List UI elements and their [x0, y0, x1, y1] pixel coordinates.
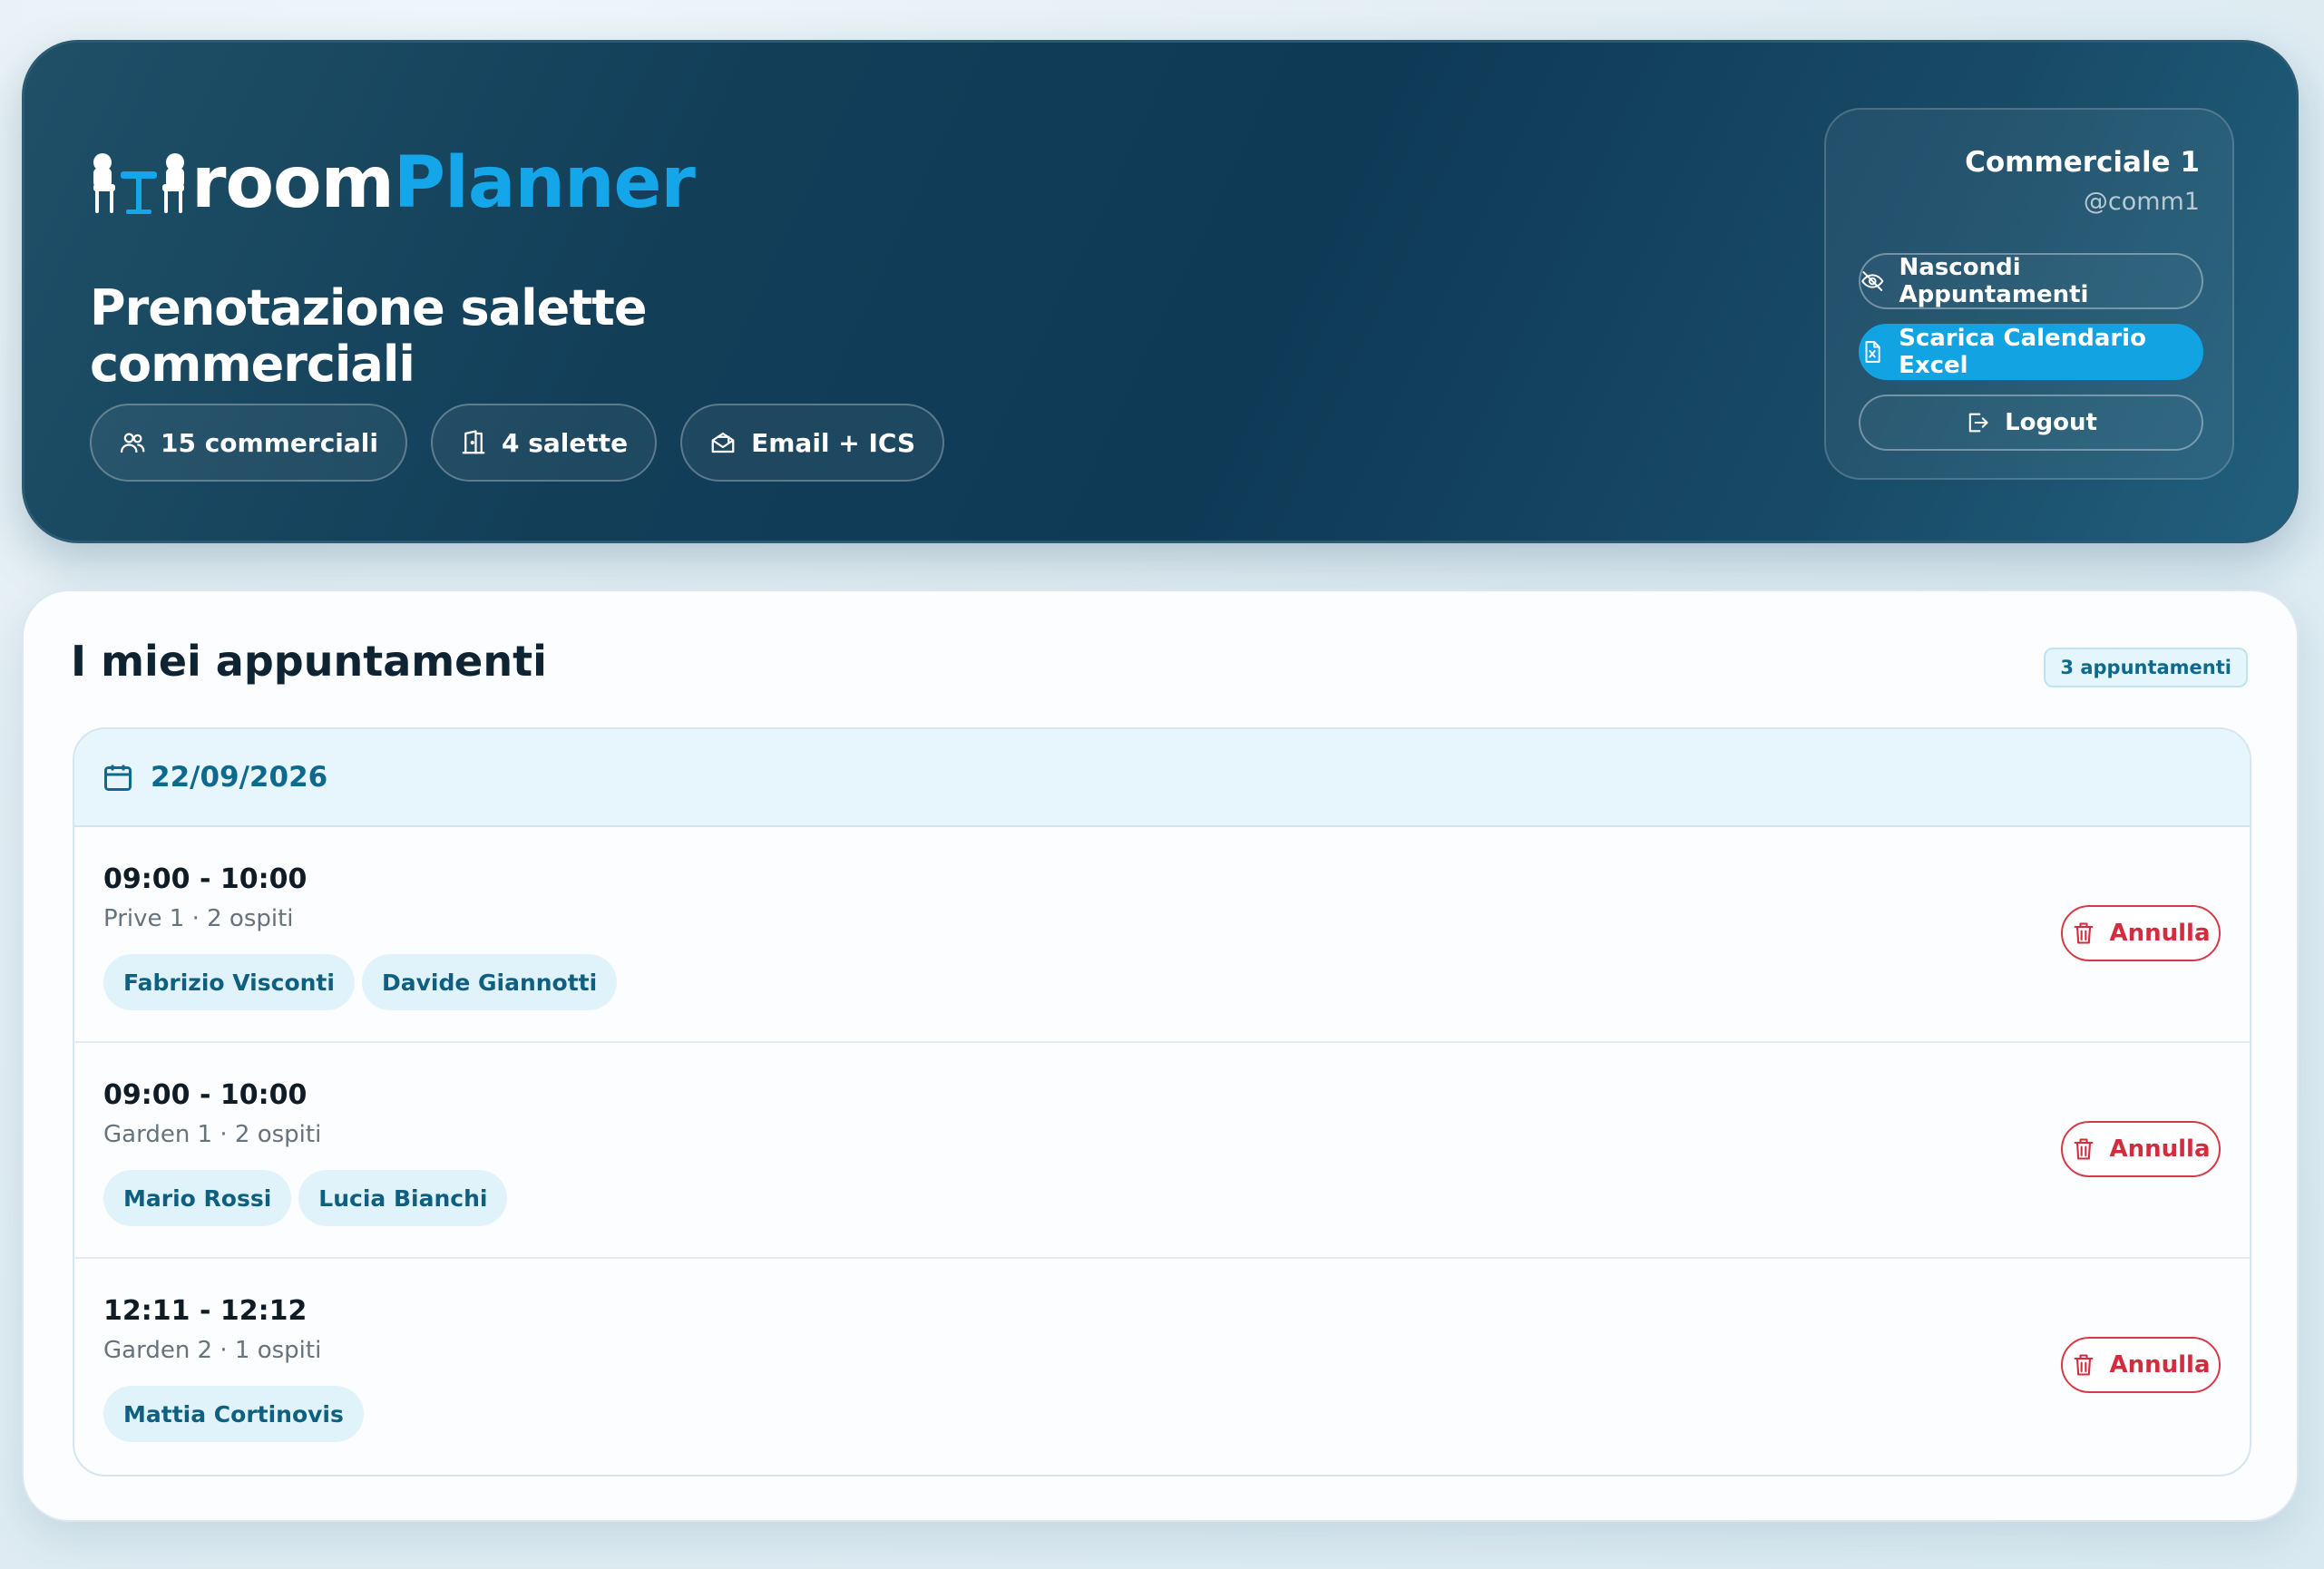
brand-planner: Planner [393, 142, 696, 224]
appointment-room: Garden 2 · 1 ospiti [103, 1337, 322, 1364]
mail-icon [711, 432, 735, 453]
appointments-panel: I miei appuntamenti 3 appuntamenti 22/09… [22, 590, 2299, 1522]
download-excel-label: Scarica Calendario Excel [1899, 325, 2146, 379]
chip-label: 4 salette [501, 427, 629, 458]
user-name: Commerciale 1 [1965, 146, 2200, 179]
chairs-table-icon [93, 153, 184, 214]
chip-label: 15 commerciali [161, 427, 378, 458]
download-excel-button[interactable]: Scarica Calendario Excel [1859, 324, 2203, 380]
cancel-label: Annulla [2109, 920, 2211, 947]
section-title: I miei appuntamenti [71, 637, 547, 686]
page-title: Prenotazione salette commerciali [90, 279, 648, 393]
guest-tags: Fabrizio Visconti Davide Giannotti [103, 954, 618, 1010]
appointment-row: 09:00 - 10:00 Prive 1 · 2 ospiti Fabrizi… [74, 827, 2250, 1043]
feature-chips: 15 commerciali 4 salette Email + ICS [90, 404, 945, 482]
appointment-time: 09:00 - 10:00 [103, 863, 308, 895]
guest-tags: Mattia Cortinovis [103, 1386, 364, 1442]
cancel-label: Annulla [2109, 1135, 2211, 1163]
chip-salette: 4 salette [430, 404, 658, 482]
logout-button[interactable]: Logout [1859, 395, 2203, 451]
user-card: Commerciale 1 @comm1 Nascondi Appuntamen… [1824, 108, 2234, 480]
excel-file-icon [1865, 341, 1880, 363]
day-group: 22/09/2026 09:00 - 10:00 Prive 1 · 2 osp… [73, 727, 2251, 1476]
cancel-button[interactable]: Annulla [2061, 1121, 2221, 1177]
hide-appointments-button[interactable]: Nascondi Appuntamenti [1859, 253, 2203, 309]
user-handle: @comm1 [2083, 188, 2200, 216]
appointment-row: 09:00 - 10:00 Garden 1 · 2 ospiti Mario … [74, 1043, 2250, 1259]
cancel-label: Annulla [2109, 1351, 2211, 1379]
guest-tag: Lucia Bianchi [298, 1170, 508, 1226]
appointment-room: Prive 1 · 2 ospiti [103, 905, 294, 932]
brand-room: room [191, 142, 395, 224]
appointment-row: 12:11 - 12:12 Garden 2 · 1 ospiti Mattia… [74, 1259, 2250, 1475]
hero-header: room Planner Prenotazione salette commerc… [22, 40, 2299, 543]
appointment-room: Garden 1 · 2 ospiti [103, 1121, 322, 1148]
door-icon [462, 430, 485, 454]
trash-icon [2075, 1138, 2094, 1160]
chip-label: Email + ICS [751, 427, 916, 458]
cancel-button[interactable]: Annulla [2061, 905, 2221, 961]
cancel-button[interactable]: Annulla [2061, 1337, 2221, 1393]
trash-icon [2075, 1354, 2094, 1376]
guest-tag: Mario Rossi [103, 1170, 292, 1226]
appointments-count-badge: 3 appuntamenti [2044, 648, 2248, 687]
chip-email: Email + ICS [680, 404, 945, 482]
appointment-time: 12:11 - 12:12 [103, 1295, 308, 1327]
day-date: 22/09/2026 [151, 761, 328, 794]
hide-appointments-label: Nascondi Appuntamenti [1899, 254, 2089, 308]
eye-off-icon [1861, 271, 1884, 291]
trash-icon [2075, 922, 2094, 944]
logout-icon [1968, 413, 1988, 433]
appointment-time: 09:00 - 10:00 [103, 1079, 308, 1111]
day-header: 22/09/2026 [74, 729, 2250, 827]
guest-tag: Mattia Cortinovis [103, 1386, 364, 1442]
calendar-icon [104, 765, 132, 791]
logo: room Planner [90, 142, 696, 224]
guest-tag: Davide Giannotti [361, 954, 618, 1010]
guest-tag: Fabrizio Visconti [103, 954, 355, 1010]
chip-commerciali: 15 commerciali [90, 404, 407, 482]
guest-tags: Mario Rossi Lucia Bianchi [103, 1170, 508, 1226]
users-icon [121, 433, 145, 453]
logout-label: Logout [2005, 409, 2097, 436]
